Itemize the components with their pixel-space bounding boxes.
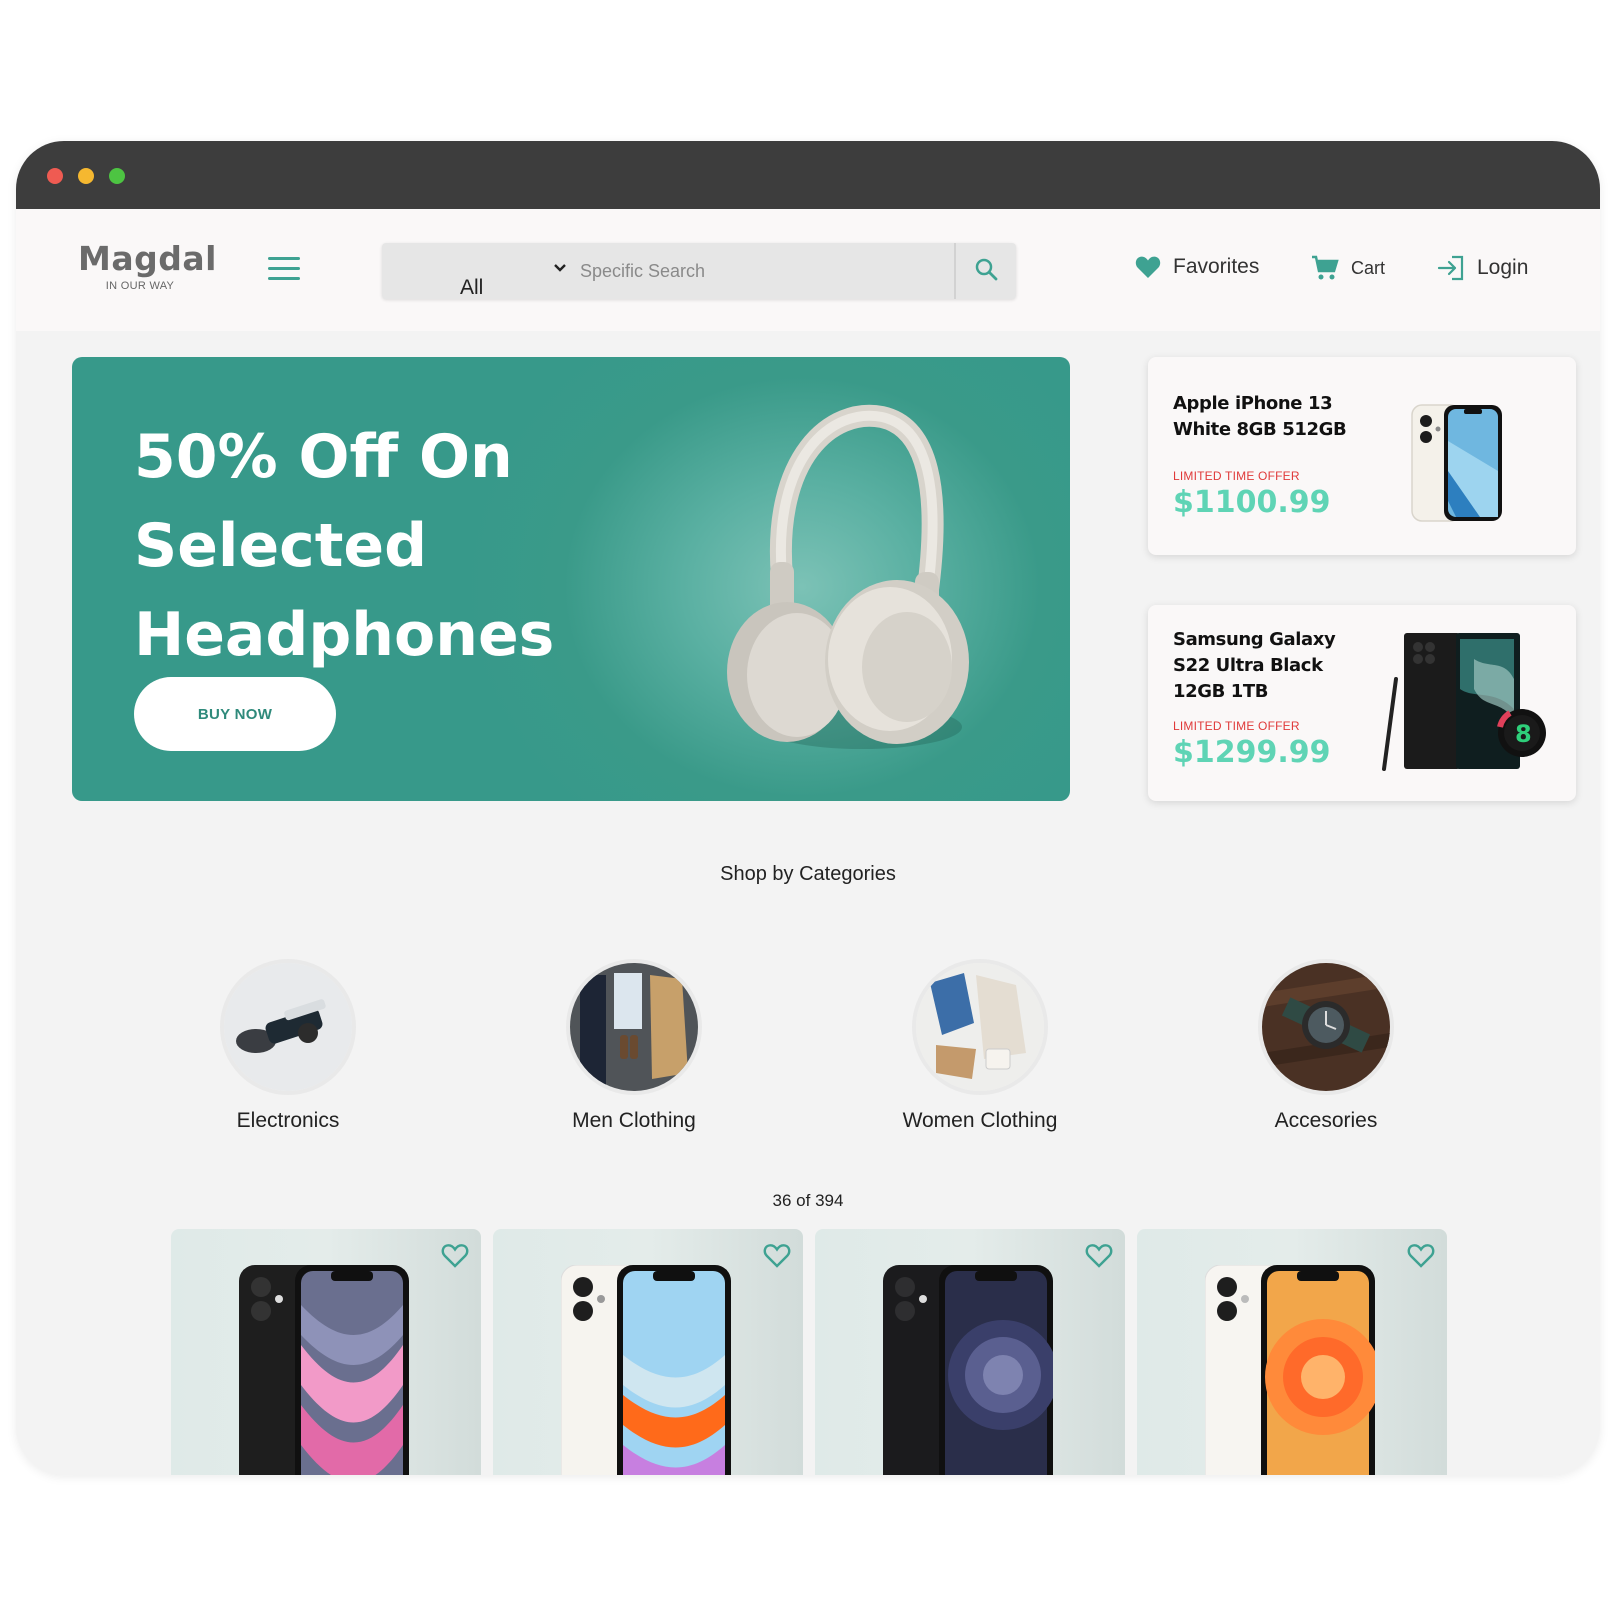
category-electronics[interactable]: Electronics (188, 959, 388, 1133)
hero-title-line-3: Headphones (134, 600, 555, 670)
category-label: Women Clothing (902, 1109, 1058, 1132)
minimize-window-button[interactable] (78, 168, 94, 184)
promo-offer-label: LIMITED TIME OFFER (1173, 469, 1300, 483)
categories-title: Shop by Categories (720, 863, 896, 885)
category-image (912, 959, 1048, 1095)
product-card[interactable] (815, 1229, 1125, 1475)
category-image (1258, 959, 1394, 1095)
login-link[interactable]: Login (1437, 255, 1528, 281)
headphones-image (727, 404, 969, 749)
promo-offer-label: LIMITED TIME OFFER (1173, 719, 1300, 733)
hero-title: 50% Off On Selected Headphones (134, 413, 554, 680)
favorites-label: Favorites (1173, 255, 1260, 278)
close-window-button[interactable] (47, 168, 63, 184)
product-image (561, 1265, 731, 1475)
cart-label: Cart (1351, 257, 1386, 278)
product-image (1205, 1265, 1375, 1475)
hero-title-line-1: 50% Off On (134, 422, 513, 492)
hero-title-line-2: Selected (134, 511, 428, 581)
favorites-link[interactable]: Favorites (1135, 255, 1259, 279)
search-input[interactable] (572, 243, 952, 299)
product-card[interactable] (493, 1229, 803, 1475)
heart-outline-icon[interactable] (1407, 1243, 1435, 1274)
product-image (883, 1265, 1053, 1475)
product-card[interactable] (1137, 1229, 1447, 1475)
product-count: 36 of 394 (772, 1191, 844, 1210)
heart-outline-icon[interactable] (441, 1243, 469, 1274)
category-women-clothing[interactable]: Women Clothing (880, 959, 1080, 1133)
window-titlebar (16, 141, 1600, 209)
promo-product-name: Apple iPhone 13 White 8GB 512GB (1173, 393, 1347, 440)
logo-title: Magdal (78, 239, 217, 278)
promo-price: $1100.99 (1173, 485, 1331, 520)
category-image (220, 959, 356, 1095)
samsung-image: 8 (1382, 633, 1546, 771)
cart-icon (1311, 255, 1339, 281)
promo-product-name: Samsung Galaxy S22 Ultra Black 12GB 1TB (1173, 629, 1336, 702)
login-icon (1437, 255, 1465, 281)
product-image (239, 1265, 409, 1475)
search-button[interactable] (954, 243, 1016, 299)
promo-price: $1299.99 (1173, 735, 1331, 770)
heart-outline-icon[interactable] (763, 1243, 791, 1274)
promo-card-iphone[interactable]: Apple iPhone 13 White 8GB 512GB LIMITED … (1148, 357, 1576, 555)
logo[interactable]: Magdal IN OUR WAY (78, 239, 217, 292)
search-category-value: All (460, 276, 484, 299)
hero-banner: 50% Off On Selected Headphones BUY NOW (72, 357, 1070, 801)
iphone-image (1411, 404, 1502, 522)
browser-window: Magdal IN OUR WAY All Fav (16, 141, 1600, 1475)
search-icon (974, 257, 998, 286)
heart-icon (1135, 255, 1161, 279)
promo-card-samsung[interactable]: Samsung Galaxy S22 Ultra Black 12GB 1TB … (1148, 605, 1576, 801)
search-bar: All (382, 243, 1016, 299)
menu-icon[interactable] (268, 257, 300, 281)
buy-now-button[interactable]: BUY NOW (134, 677, 336, 751)
chevron-down-icon (554, 261, 566, 276)
maximize-window-button[interactable] (109, 168, 125, 184)
logo-tagline: IN OUR WAY (105, 280, 175, 292)
category-label: Men Clothing (572, 1109, 696, 1132)
category-label: Electronics (236, 1109, 340, 1132)
category-image (566, 959, 702, 1095)
login-label: Login (1477, 256, 1529, 279)
product-card[interactable] (171, 1229, 481, 1475)
category-men-clothing[interactable]: Men Clothing (534, 959, 734, 1133)
cart-link[interactable]: Cart (1311, 255, 1385, 281)
category-accesories[interactable]: Accesories (1226, 959, 1426, 1133)
category-label: Accesories (1274, 1109, 1378, 1132)
search-category-select[interactable]: All (382, 243, 572, 299)
heart-outline-icon[interactable] (1085, 1243, 1113, 1274)
svg-text:8: 8 (1515, 720, 1532, 748)
site-header: Magdal IN OUR WAY All Fav (16, 209, 1600, 331)
